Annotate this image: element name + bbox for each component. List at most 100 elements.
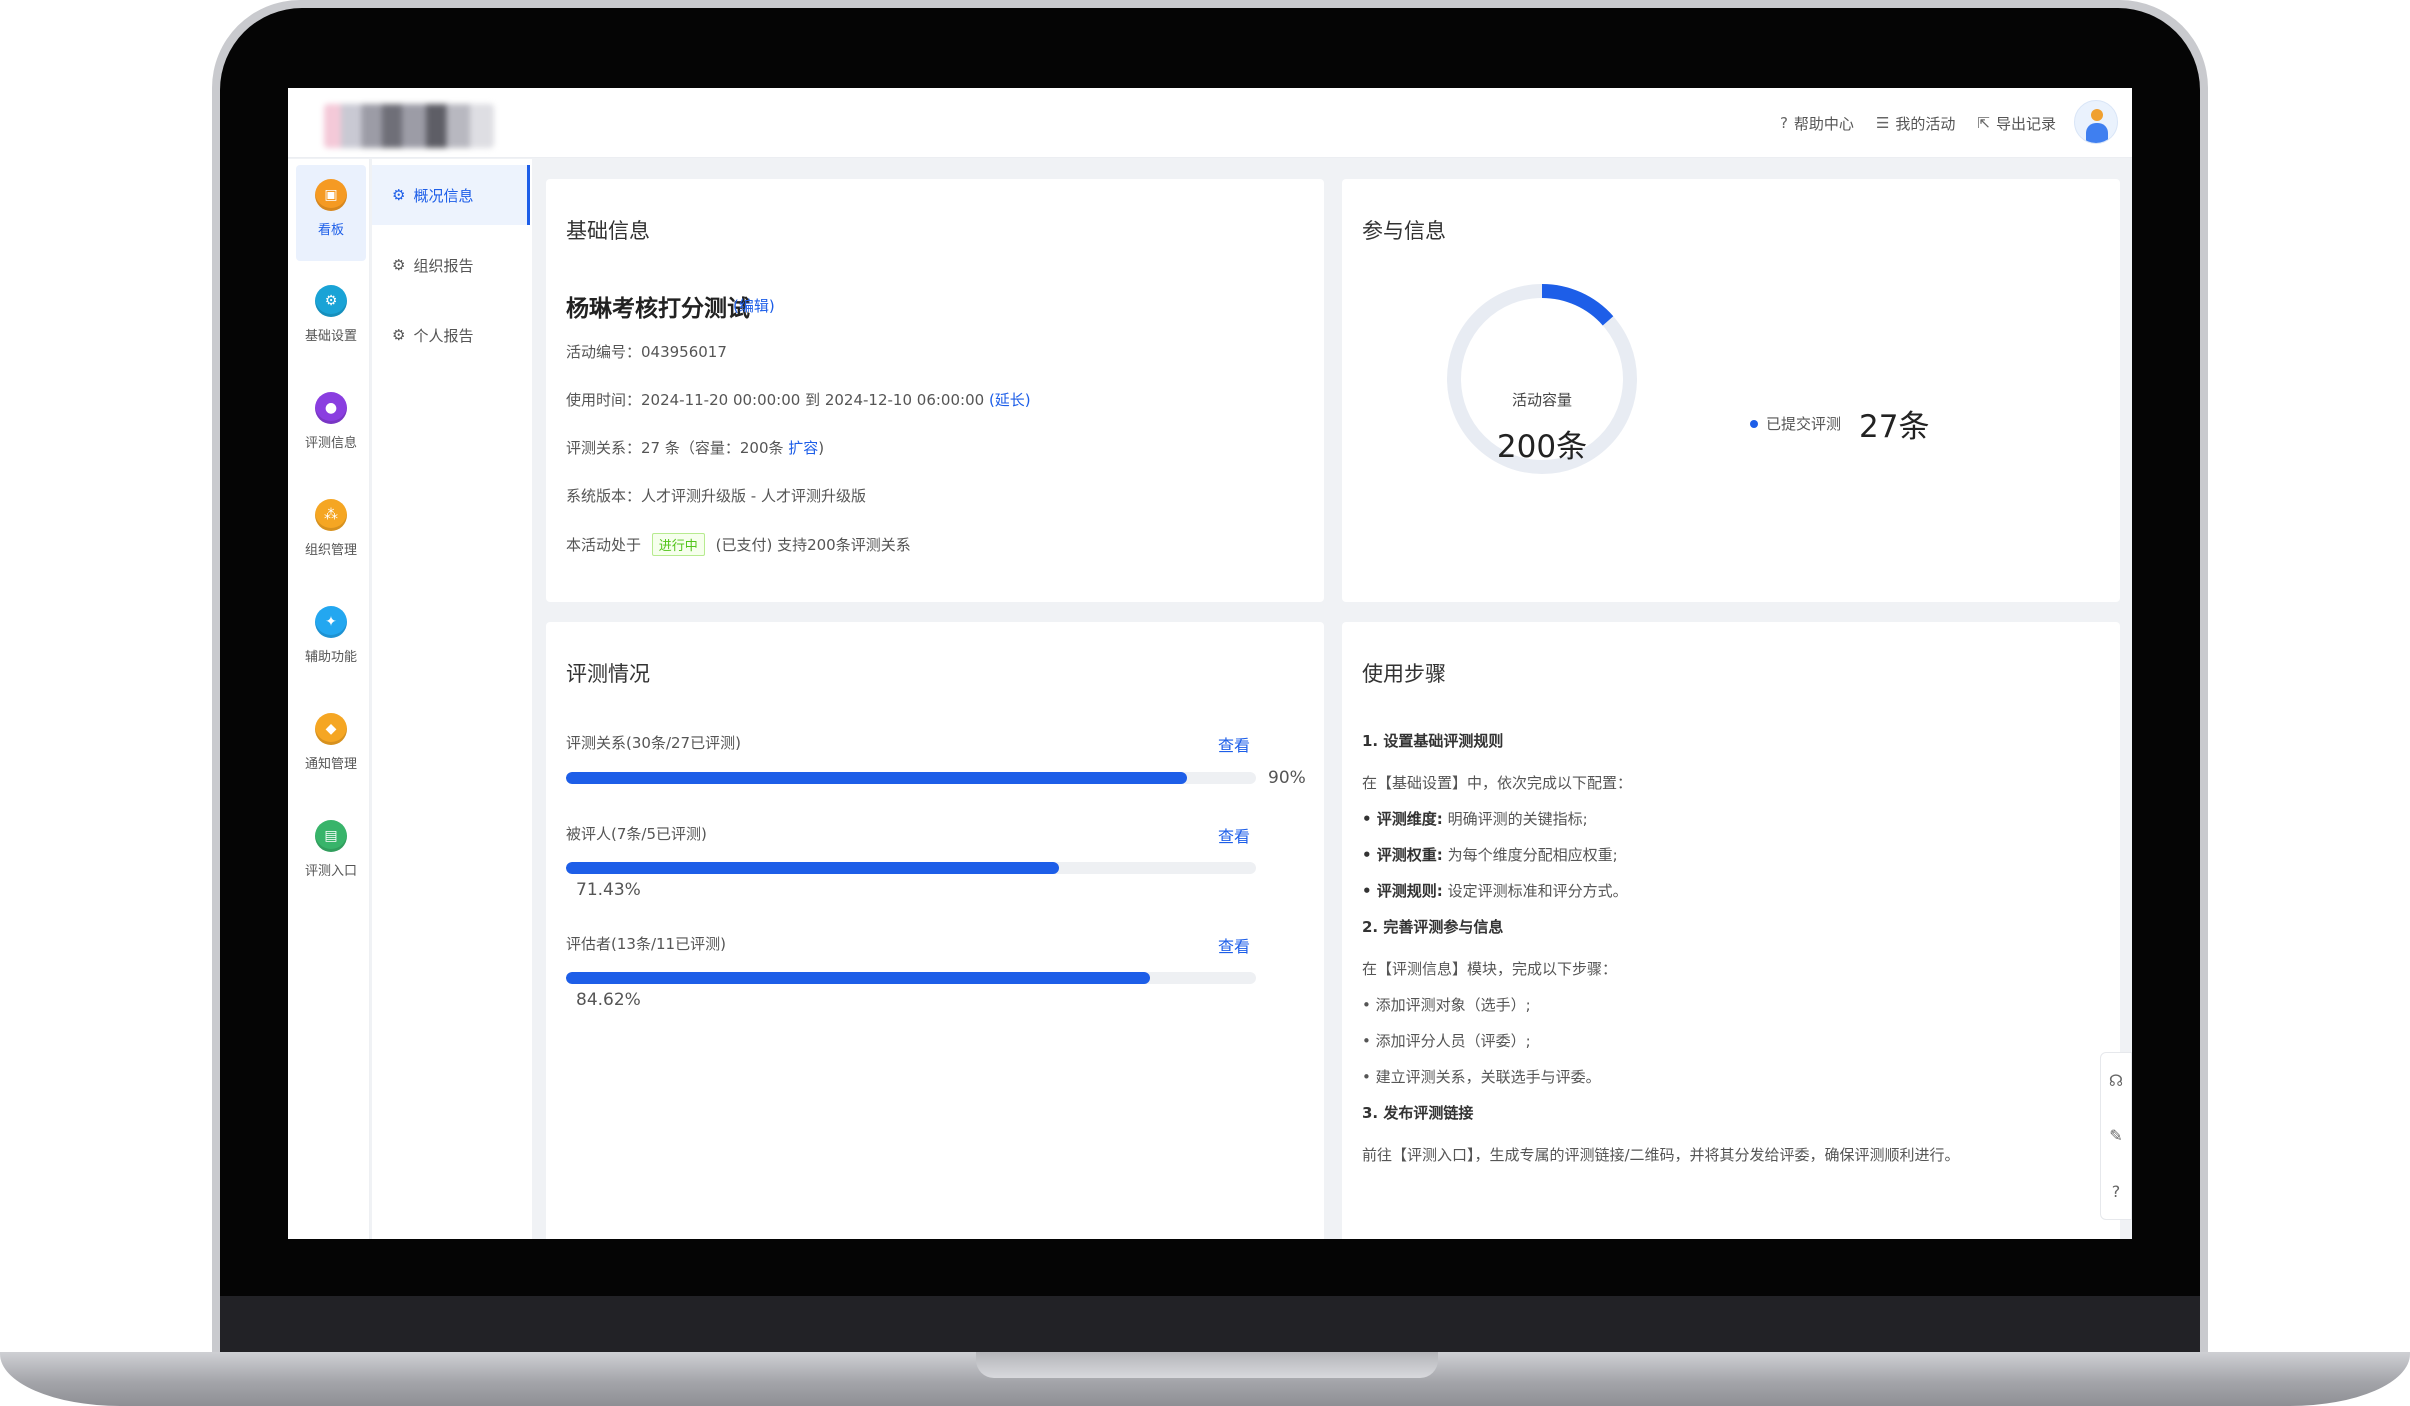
progress-fill [566, 972, 1150, 984]
help-center-link[interactable]: ? 帮助中心 [1780, 113, 1854, 134]
sidebar-item-evaluation-entry[interactable]: ▤ 评测入口 [296, 806, 366, 902]
export-records-link[interactable]: ⇱ 导出记录 [1977, 113, 2056, 134]
sidebar-item-label: 辅助功能 [304, 650, 357, 665]
sidebar-item-label: 组织管理 [304, 543, 357, 558]
progress-track [566, 862, 1256, 874]
sidebar-item-label: 看板 [317, 223, 344, 238]
step-bullet: • 添加评测对象（选手）; [1362, 996, 1531, 1014]
bullet-key: • 评测规则: [1362, 882, 1443, 900]
floating-toolbar: ☊ ✎ ? [2100, 1052, 2132, 1220]
progress-percent: 90% [1268, 768, 1306, 788]
participation-card: 参与信息 活动容量 200条 已提交评测 27条 [1342, 179, 2120, 602]
usage-time-text: 使用时间：2024-11-20 00:00:00 到 2024-12-10 06… [566, 391, 985, 409]
sidebar-item-label: 基础设置 [304, 329, 357, 344]
progress-percent: 84.62% [576, 990, 641, 1010]
status-suffix: (已支付) 支持200条评测关系 [715, 536, 911, 554]
sidebar-item-organization[interactable]: ⁂ 组织管理 [296, 485, 366, 581]
capacity-label: 活动容量 [1511, 391, 1572, 409]
card-title: 参与信息 [1362, 219, 1446, 243]
relation-text: 评测关系：27 条（容量：200条 [566, 439, 784, 457]
step-heading: 2. 完善评测参与信息 [1362, 918, 1504, 936]
view-link[interactable]: 查看 [1218, 823, 1250, 847]
step-text: 在【基础设置】中，依次完成以下配置： [1362, 774, 1633, 792]
my-activities-label: 我的活动 [1895, 114, 1956, 133]
bullet-key: • 评测权重: [1362, 846, 1443, 864]
sidebar-item-basic-settings[interactable]: ⚙ 基础设置 [296, 271, 366, 367]
progress-label: 被评人(7条/5已评测) [566, 825, 707, 843]
sidebar-item-auxiliary[interactable]: ✦ 辅助功能 [296, 592, 366, 688]
card-title: 基础信息 [566, 219, 650, 243]
sidebar-item-label: 通知管理 [304, 757, 357, 772]
subnav-item-label: 组织报告 [413, 256, 474, 275]
usage-steps-card: 使用步骤 1. 设置基础评测规则 在【基础设置】中，依次完成以下配置： • 评测… [1342, 622, 2120, 1239]
legend-value: 27条 [1859, 409, 1930, 445]
capacity-value: 200条 [1496, 429, 1588, 465]
status-prefix: 本活动处于 [566, 536, 642, 554]
bullet-key: • 评测维度: [1362, 810, 1443, 828]
chart-legend: 已提交评测 27条 [1750, 401, 1929, 446]
secondary-sidebar: ⚙ 概况信息 ⚙ 组织报告 ⚙ 个人报告 [372, 159, 532, 1239]
progress-fill [566, 772, 1187, 784]
organization-icon: ⁂ [315, 499, 347, 531]
activity-id: 活动编号：043956017 [566, 343, 727, 361]
subnav-item-personal-report[interactable]: ⚙ 个人报告 [372, 305, 530, 365]
user-avatar[interactable] [2074, 100, 2118, 144]
sidebar-item-dashboard[interactable]: ▣ 看板 [296, 165, 366, 261]
step-heading: 3. 发布评测链接 [1362, 1104, 1474, 1122]
expand-link[interactable]: 扩容 [788, 439, 818, 457]
top-header: ? 帮助中心 ☰ 我的活动 ⇱ 导出记录 [288, 88, 2132, 158]
view-link[interactable]: 查看 [1218, 732, 1250, 756]
legend-label: 已提交评测 [1766, 415, 1842, 433]
edit-link[interactable]: (编辑) [733, 295, 775, 316]
step-bullet: • 添加评分人员（评委）; [1362, 1032, 1531, 1050]
dashboard-icon: ▣ [315, 179, 347, 211]
subnav-item-label: 个人报告 [413, 326, 474, 345]
sidebar-item-label: 评测入口 [304, 864, 357, 879]
export-records-label: 导出记录 [1995, 114, 2056, 133]
notification-icon: ◆ [315, 713, 347, 745]
activity-name: 杨琳考核打分测试 [566, 296, 750, 322]
settings-icon: ⚙ [315, 285, 347, 317]
sidebar-item-evaluation-info[interactable]: ● 评测信息 [296, 378, 366, 474]
edit-icon[interactable]: ✎ [2109, 1126, 2122, 1145]
view-link[interactable]: 查看 [1218, 933, 1250, 957]
gear-icon: ⚙ [392, 256, 406, 274]
export-icon: ⇱ [1977, 114, 1990, 132]
step-heading: 1. 设置基础评测规则 [1362, 732, 1504, 750]
extend-link[interactable]: (延长) [989, 391, 1031, 409]
gear-icon: ⚙ [392, 326, 406, 344]
avatar-body [2086, 123, 2108, 143]
laptop-notch [976, 1352, 1438, 1378]
progress-track [566, 772, 1256, 784]
header-actions: ? 帮助中心 ☰ 我的活动 ⇱ 导出记录 [1780, 106, 2056, 140]
question-circle-icon: ? [1779, 114, 1788, 132]
card-title: 使用步骤 [1362, 662, 1446, 686]
progress-percent: 71.43% [576, 880, 641, 900]
subnav-item-label: 概况信息 [413, 186, 474, 205]
relation-suffix: ) [818, 439, 825, 457]
entry-icon: ▤ [315, 820, 347, 852]
evaluation-status-card: 评测情况 评测关系(30条/27已评测) 查看 90% 被评人(7条/5已评测)… [546, 622, 1324, 1239]
step-bullet: • 评测规则: 设定评测标准和评分方式。 [1362, 880, 1628, 901]
my-activities-link[interactable]: ☰ 我的活动 [1876, 113, 1955, 134]
progress-label: 评测关系(30条/27已评测) [566, 734, 741, 752]
sidebar-item-label: 评测信息 [304, 436, 357, 451]
progress-label: 评估者(13条/11已评测) [566, 935, 726, 953]
step-text: 前往【评测入口】，生成专属的评测链接/二维码，并将其分发给评委，确保评测顺利进行… [1362, 1146, 1960, 1164]
headset-icon[interactable]: ☊ [2109, 1071, 2123, 1090]
subnav-item-org-report[interactable]: ⚙ 组织报告 [372, 235, 530, 295]
subnav-item-overview[interactable]: ⚙ 概况信息 [372, 165, 530, 225]
step-text: 在【评测信息】模块，完成以下步骤： [1362, 960, 1618, 978]
system-version: 系统版本：人才评测升级版 - 人才评测升级版 [566, 487, 866, 505]
relation-info: 评测关系：27 条（容量：200条 扩容) [566, 437, 824, 458]
primary-sidebar: ▣ 看板 ⚙ 基础设置 ● 评测信息 ⁂ 组织管理 ✦ 辅助功能 ◆ 通知管理 … [288, 159, 370, 1239]
activity-status: 本活动处于 进行中 (已支付) 支持200条评测关系 [566, 533, 911, 556]
blurred-logo [324, 104, 494, 148]
sidebar-item-notifications[interactable]: ◆ 通知管理 [296, 699, 366, 795]
bullet-text: 设定评测标准和评分方式。 [1442, 882, 1628, 900]
help-icon[interactable]: ? [2112, 1182, 2121, 1201]
laptop-chin [220, 1296, 2200, 1352]
bullet-text: 为每个维度分配相应权重; [1442, 846, 1618, 864]
usage-time: 使用时间：2024-11-20 00:00:00 到 2024-12-10 06… [566, 389, 1031, 410]
auxiliary-icon: ✦ [315, 606, 347, 638]
